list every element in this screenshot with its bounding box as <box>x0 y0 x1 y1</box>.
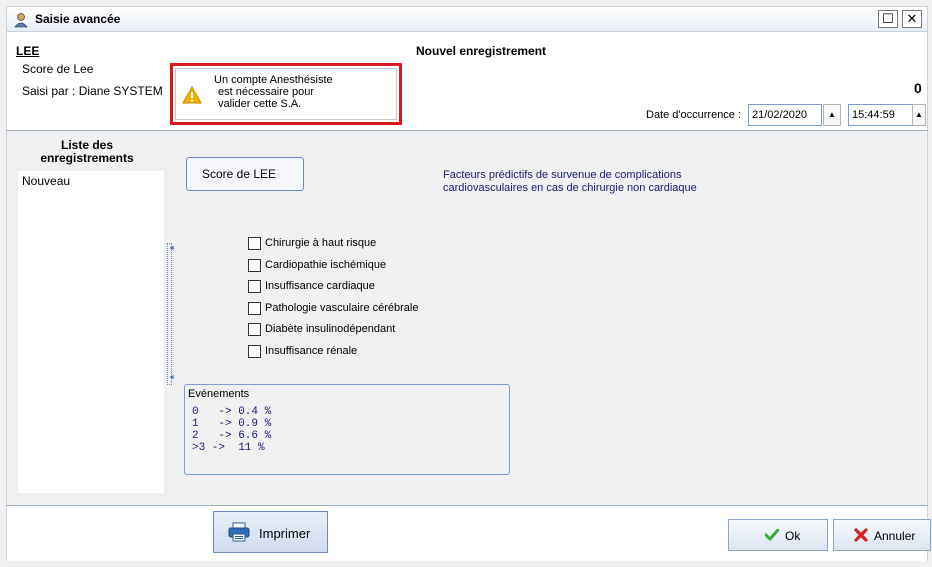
checkbox[interactable] <box>248 302 261 315</box>
warning-line-3: valider cette S.A. <box>218 98 302 110</box>
ok-label: Ok <box>785 529 801 543</box>
event-row: 1 -> 0.9 % <box>192 418 272 430</box>
score-description: Facteurs prédictifs de survenue de compl… <box>443 169 743 195</box>
occurrence-time-field[interactable]: 15:44:59 <box>848 104 914 126</box>
criterion-label: Cardiopathie ischémique <box>265 259 387 271</box>
description-line-2: cardiovasculaires en cas de chirurgie no… <box>443 182 697 194</box>
ok-button[interactable]: Ok <box>728 519 828 551</box>
occurrence-date-field[interactable]: 21/02/2020 <box>748 104 822 126</box>
warning-icon <box>182 85 202 104</box>
criterion-label: Diabète insulinodépendant <box>265 323 396 335</box>
criterion-label: Pathologie vasculaire cérébrale <box>265 302 419 314</box>
printer-icon <box>228 522 250 542</box>
app-icon <box>13 12 29 28</box>
checkbox[interactable] <box>248 237 261 250</box>
records-list-title: Liste des enregistrements <box>32 139 142 165</box>
cancel-button[interactable]: Annuler <box>833 519 931 551</box>
event-row: >3 -> 11 % <box>192 442 265 454</box>
cancel-label: Annuler <box>874 529 916 543</box>
warning-inner: Un compte Anesthésiste est nécessaire po… <box>175 68 397 120</box>
time-spinner-icon[interactable]: ▲ <box>912 104 926 126</box>
maximize-button[interactable]: ☐ <box>878 10 898 28</box>
cancel-x-icon <box>854 528 868 542</box>
splitter-collapse-icon-bottom[interactable]: ◄ <box>168 374 175 381</box>
dialog-window: Saisie avancée ☐ ✕ LEE Score de Lee Sais… <box>0 0 932 567</box>
warning-message: Un compte Anesthésiste est nécessaire po… <box>214 74 364 110</box>
footer-divider <box>6 505 928 506</box>
score-lee-button[interactable]: Score de LEE <box>186 157 304 191</box>
records-list-title-line-2: enregistrements <box>40 151 134 165</box>
events-title: Evénements <box>188 388 250 400</box>
record-code: LEE <box>16 44 40 58</box>
event-row: 0 -> 0.4 % <box>192 406 272 418</box>
panel-splitter[interactable] <box>167 243 172 385</box>
title-bar: Saisie avancée ☐ ✕ <box>6 6 928 32</box>
score-value: 0 <box>914 80 922 96</box>
splitter-collapse-icon[interactable]: ◄ <box>168 245 175 252</box>
criterion-label: Insuffisance rénale <box>265 345 358 357</box>
criterion-label: Insuffisance cardiaque <box>265 280 375 292</box>
print-label: Imprimer <box>259 526 311 541</box>
warning-line-1: Un compte Anesthésiste <box>214 74 333 86</box>
checkmark-icon <box>764 528 780 541</box>
entered-by: Saisi par : Diane SYSTEM <box>22 84 163 98</box>
checkbox[interactable] <box>248 323 261 336</box>
page-title: Nouvel enregistrement <box>416 44 547 58</box>
record-name: Score de Lee <box>22 62 94 76</box>
checkbox[interactable] <box>248 345 261 358</box>
list-item[interactable]: Nouveau <box>22 174 70 188</box>
warning-box: Un compte Anesthésiste est nécessaire po… <box>170 63 402 125</box>
criterion-label: Chirurgie à haut risque <box>265 237 377 249</box>
warning-line-2: est nécessaire pour <box>218 86 314 98</box>
occurrence-date-label: Date d'occurrence : <box>646 109 742 121</box>
checkbox[interactable] <box>248 280 261 293</box>
window-title: Saisie avancée <box>35 12 121 26</box>
close-button[interactable]: ✕ <box>902 10 922 28</box>
description-line-1: Facteurs prédictifs de survenue de compl… <box>443 169 682 181</box>
event-row: 2 -> 6.6 % <box>192 430 272 442</box>
date-spinner-icon[interactable]: ▲ <box>823 104 841 126</box>
checkbox[interactable] <box>248 259 261 272</box>
records-list[interactable] <box>18 171 164 493</box>
print-button[interactable]: Imprimer <box>213 511 328 553</box>
